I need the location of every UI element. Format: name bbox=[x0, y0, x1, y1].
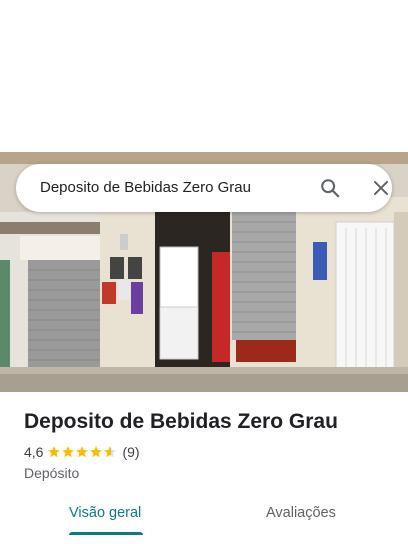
place-tabs: Visão geral Avaliações bbox=[0, 496, 408, 538]
star-icon bbox=[90, 446, 103, 458]
star-icon bbox=[48, 446, 61, 458]
star-icon bbox=[62, 446, 75, 458]
search-icon[interactable] bbox=[316, 174, 344, 202]
star-icon bbox=[104, 446, 117, 458]
review-count: (9) bbox=[122, 444, 140, 460]
rating-stars bbox=[47, 445, 117, 459]
tab-overview[interactable]: Visão geral bbox=[69, 496, 141, 534]
star-icon bbox=[76, 446, 89, 458]
tab-reviews[interactable]: Avaliações bbox=[266, 496, 336, 534]
close-icon[interactable] bbox=[367, 174, 395, 202]
place-info: Deposito de Bebidas Zero Grau 4,6 (9) De… bbox=[24, 408, 394, 481]
place-category: Depósito bbox=[24, 465, 80, 481]
search-bar[interactable]: Deposito de Bebidas Zero Grau bbox=[16, 164, 392, 212]
search-input[interactable]: Deposito de Bebidas Zero Grau bbox=[40, 164, 251, 212]
tab-selected-indicator bbox=[69, 532, 143, 535]
rating-value: 4,6 bbox=[24, 444, 44, 460]
place-title: Deposito de Bebidas Zero Grau bbox=[24, 410, 338, 433]
rating-row[interactable]: 4,6 (9) bbox=[24, 442, 394, 462]
